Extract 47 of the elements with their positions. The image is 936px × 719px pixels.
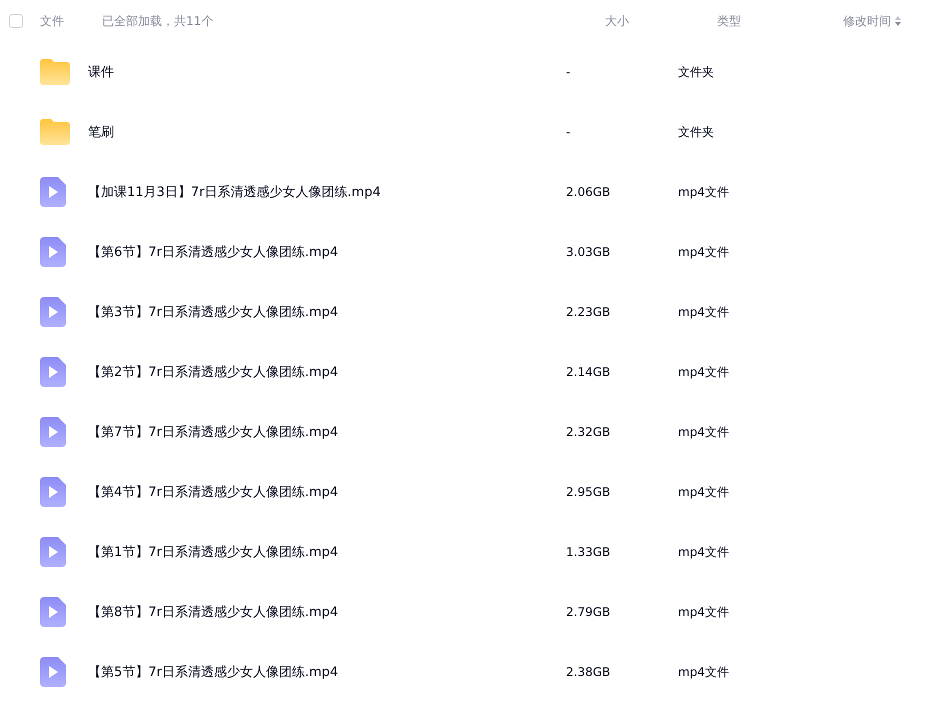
- file-name[interactable]: 【第2节】7r日系清透感少女人像团练.mp4: [88, 363, 566, 381]
- folder-name[interactable]: 课件: [88, 63, 566, 81]
- video-file-icon: [40, 477, 66, 507]
- folder-icon: [40, 119, 70, 145]
- file-size: 2.32GB: [566, 425, 612, 439]
- file-name[interactable]: 【第7节】7r日系清透感少女人像团练.mp4: [88, 423, 566, 441]
- file-name[interactable]: 【第5节】7r日系清透感少女人像团练.mp4: [88, 663, 566, 681]
- file-type: mp4文件: [678, 364, 729, 380]
- folder-name[interactable]: 笔刷: [88, 123, 566, 141]
- video-file-icon: [40, 297, 66, 327]
- file-size: 2.79GB: [566, 605, 612, 619]
- folder-icon: [40, 59, 70, 85]
- file-name[interactable]: 【第4节】7r日系清透感少女人像团练.mp4: [88, 483, 566, 501]
- sort-icon[interactable]: [895, 16, 901, 26]
- file-type: mp4文件: [678, 244, 729, 260]
- file-name[interactable]: 【第6节】7r日系清透感少女人像团练.mp4: [88, 243, 566, 261]
- file-type: mp4文件: [678, 604, 729, 620]
- video-file-icon: [40, 597, 66, 627]
- select-all-checkbox[interactable]: [9, 14, 23, 28]
- file-type: mp4文件: [678, 184, 729, 200]
- file-name[interactable]: 【第1节】7r日系清透感少女人像团练.mp4: [88, 543, 566, 561]
- file-type: mp4文件: [678, 544, 729, 560]
- file-size: 2.95GB: [566, 485, 612, 499]
- video-file-icon: [40, 177, 66, 207]
- file-type: mp4文件: [678, 484, 729, 500]
- file-type: mp4文件: [678, 424, 729, 440]
- file-count-text: 已全部加载，共11个: [102, 12, 214, 30]
- file-name[interactable]: 【第8节】7r日系清透感少女人像团练.mp4: [88, 603, 566, 621]
- file-type: mp4文件: [678, 664, 729, 680]
- video-file-icon: [40, 537, 66, 567]
- file-size: 2.14GB: [566, 365, 612, 379]
- file-size: 1.33GB: [566, 545, 612, 559]
- file-name[interactable]: 【加课11月3日】7r日系清透感少女人像团练.mp4: [88, 183, 566, 201]
- file-type: mp4文件: [678, 304, 729, 320]
- file-size: 3.03GB: [566, 245, 612, 259]
- file-type: 文件夹: [678, 124, 714, 140]
- video-file-icon: [40, 417, 66, 447]
- file-size: -: [566, 125, 572, 139]
- file-size: 2.06GB: [566, 185, 612, 199]
- video-file-icon: [40, 237, 66, 267]
- file-size: 2.38GB: [566, 665, 612, 679]
- file-size: -: [566, 65, 572, 79]
- file-name[interactable]: 【第3节】7r日系清透感少女人像团练.mp4: [88, 303, 566, 321]
- video-file-icon: [40, 657, 66, 687]
- file-type: 文件夹: [678, 64, 714, 80]
- file-size: 2.23GB: [566, 305, 612, 319]
- video-file-icon: [40, 357, 66, 387]
